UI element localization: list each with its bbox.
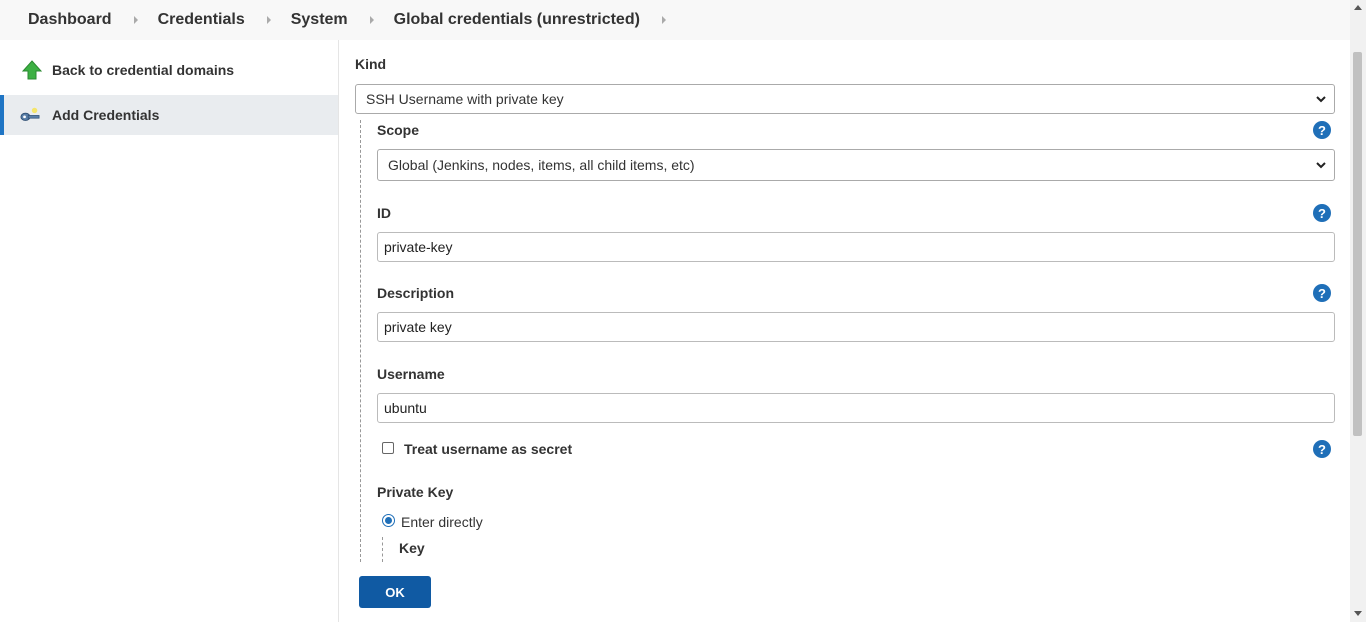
sidebar: Back to credential domains Add Credentia… xyxy=(0,40,339,622)
sidebar-item-add-credentials[interactable]: Add Credentials xyxy=(0,95,338,135)
sidebar-item-back-to-domains[interactable]: Back to credential domains xyxy=(0,50,338,90)
scope-help-icon[interactable]: ? xyxy=(1313,121,1331,139)
key-icon xyxy=(20,107,40,121)
id-label: ID xyxy=(377,205,391,221)
private-key-label: Private Key xyxy=(377,484,454,500)
arrow-up-icon xyxy=(22,60,42,80)
treat-username-secret-label[interactable]: Treat username as secret xyxy=(404,441,572,457)
sidebar-item-label: Back to credential domains xyxy=(52,62,235,78)
breadcrumb-system[interactable]: System xyxy=(291,11,348,29)
breadcrumb-separator-icon[interactable] xyxy=(266,16,271,24)
id-field[interactable]: private-key xyxy=(377,232,1335,262)
username-field[interactable]: ubuntu xyxy=(377,393,1335,423)
kind-select[interactable]: SSH Username with private key xyxy=(355,84,1335,114)
sidebar-item-label: Add Credentials xyxy=(52,107,160,123)
id-help-icon[interactable]: ? xyxy=(1313,204,1331,222)
scope-select-value: Global (Jenkins, nodes, items, all child… xyxy=(388,157,695,173)
chevron-down-icon xyxy=(1316,162,1326,169)
breadcrumb-dashboard[interactable]: Dashboard xyxy=(28,11,112,29)
treat-secret-help-icon[interactable]: ? xyxy=(1313,440,1331,458)
scope-select[interactable]: Global (Jenkins, nodes, items, all child… xyxy=(377,149,1335,181)
scope-label: Scope xyxy=(377,122,420,138)
ok-button[interactable]: OK xyxy=(359,576,431,608)
breadcrumb-separator-icon[interactable] xyxy=(661,16,666,24)
kind-label: Kind xyxy=(355,56,387,72)
nested-section-divider xyxy=(360,120,361,562)
scroll-up-icon[interactable] xyxy=(1354,5,1362,10)
breadcrumb-credentials[interactable]: Credentials xyxy=(158,11,245,29)
description-field[interactable]: private key xyxy=(377,312,1335,342)
key-label: Key xyxy=(399,540,425,556)
enter-directly-label[interactable]: Enter directly xyxy=(401,514,483,530)
enter-directly-radio[interactable] xyxy=(382,514,395,527)
chevron-down-icon xyxy=(1316,96,1326,103)
description-help-icon[interactable]: ? xyxy=(1313,284,1331,302)
scroll-down-icon[interactable] xyxy=(1354,611,1362,616)
breadcrumb-separator-icon[interactable] xyxy=(369,16,374,24)
breadcrumb-global-credentials[interactable]: Global credentials (unrestricted) xyxy=(394,11,640,29)
description-label: Description xyxy=(377,285,455,301)
credentials-form: Kind SSH Username with private key Scope… xyxy=(340,40,1350,622)
treat-username-secret-checkbox[interactable] xyxy=(382,442,394,454)
breadcrumb-separator-icon[interactable] xyxy=(133,16,138,24)
key-section-divider xyxy=(382,537,383,562)
breadcrumb: Dashboard Credentials System Global cred… xyxy=(0,0,1350,40)
kind-select-value: SSH Username with private key xyxy=(366,91,564,107)
scroll-thumb[interactable] xyxy=(1353,52,1362,436)
scrollbar[interactable] xyxy=(1350,0,1366,622)
username-label: Username xyxy=(377,366,445,382)
